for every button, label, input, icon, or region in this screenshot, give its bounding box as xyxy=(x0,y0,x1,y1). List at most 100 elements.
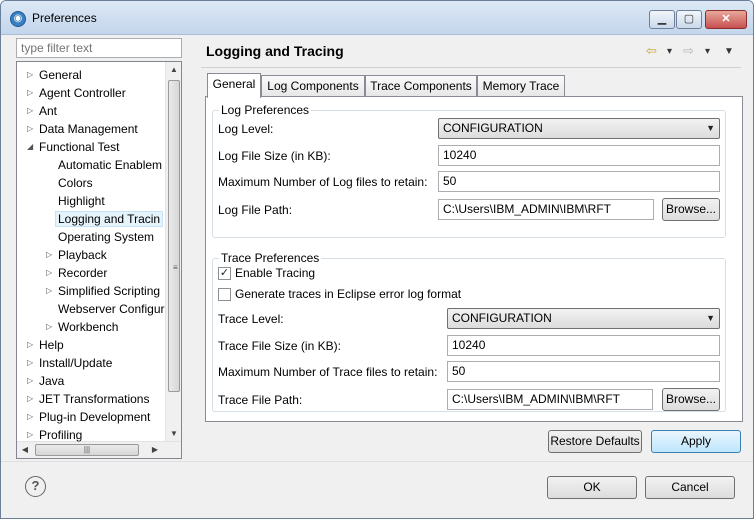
tree-item[interactable]: Highlight xyxy=(58,192,105,210)
apply-button[interactable]: Apply xyxy=(651,430,741,453)
tree-item[interactable]: Automatic Enablem xyxy=(58,156,162,174)
expand-arrow-icon[interactable]: ▷ xyxy=(46,246,52,264)
tree-item[interactable]: ▷ Simplified Scripting xyxy=(46,282,161,300)
scroll-right-arrow-icon[interactable]: ▶ xyxy=(147,442,163,458)
expand-arrow-icon[interactable]: ▷ xyxy=(27,372,33,390)
checkbox-checked-icon: ✓ xyxy=(218,266,231,280)
expand-arrow-icon[interactable]: ▷ xyxy=(46,318,52,336)
tree-item[interactable]: ▷ Help xyxy=(27,336,64,354)
tree-item[interactable]: ▷ Ant xyxy=(27,102,57,120)
tree-item[interactable]: Operating System xyxy=(58,228,154,246)
tree-item-label: JET Transformations xyxy=(39,392,150,406)
expand-arrow-icon[interactable]: ▷ xyxy=(27,120,33,138)
log-max-files-label: Maximum Number of Log files to retain: xyxy=(218,175,428,189)
page-title: Logging and Tracing xyxy=(206,43,344,59)
log-file-path-input[interactable]: C:\Users\IBM_ADMIN\IBM\RFT xyxy=(438,199,654,220)
scroll-left-arrow-icon[interactable]: ◀ xyxy=(17,442,33,458)
tree-item[interactable]: ▷ Install/Update xyxy=(27,354,113,372)
tree-item[interactable]: ▷ Playback xyxy=(46,246,107,264)
trace-file-size-input[interactable]: 10240 xyxy=(447,335,720,356)
expand-arrow-icon[interactable]: ▷ xyxy=(27,426,33,444)
tree-item[interactable]: Webserver Configur xyxy=(58,300,165,318)
tree-item[interactable]: ◢ Functional Test xyxy=(27,138,120,156)
tree-item-label: Functional Test xyxy=(39,140,120,154)
back-dropdown-icon[interactable]: ▾ xyxy=(667,46,672,57)
tree-item[interactable]: ▷ Profiling xyxy=(27,426,82,444)
forward-arrow-icon[interactable]: ⇨ xyxy=(683,43,694,59)
checkbox-unchecked-icon xyxy=(218,287,231,301)
trace-file-path-label: Trace File Path: xyxy=(218,393,303,407)
tab-memory-trace[interactable]: Memory Trace xyxy=(477,75,565,97)
tree-item-label: Simplified Scripting xyxy=(58,284,161,298)
scroll-up-arrow-icon[interactable]: ▲ xyxy=(166,62,181,78)
forward-dropdown-icon[interactable]: ▾ xyxy=(705,46,710,57)
expand-arrow-icon[interactable]: ▷ xyxy=(46,282,52,300)
tree-horizontal-scroll-thumb[interactable]: ||| xyxy=(35,444,139,456)
filter-input[interactable] xyxy=(16,38,182,58)
tree-vertical-scroll-thumb[interactable]: ≡ xyxy=(168,80,180,392)
expand-arrow-icon[interactable]: ▷ xyxy=(46,264,52,282)
log-file-path-label: Log File Path: xyxy=(218,203,293,217)
tab-log-components[interactable]: Log Components xyxy=(261,75,365,97)
tree-item[interactable]: ▷ Recorder xyxy=(46,264,107,282)
enable-tracing-label: Enable Tracing xyxy=(235,266,316,280)
tree-item[interactable]: ▷ Plug-in Development xyxy=(27,408,151,426)
expand-arrow-icon[interactable]: ▷ xyxy=(27,390,33,408)
help-icon[interactable]: ? xyxy=(25,476,46,497)
cancel-button[interactable]: Cancel xyxy=(645,476,735,499)
tree-item-label: Plug-in Development xyxy=(39,410,151,424)
tree-item[interactable]: ▷ Workbench xyxy=(46,318,119,336)
log-max-files-input[interactable]: 50 xyxy=(438,171,720,192)
ok-button[interactable]: OK xyxy=(547,476,637,499)
tree-item-label: Highlight xyxy=(58,194,105,208)
tree-item-label: Colors xyxy=(58,176,93,190)
expand-arrow-icon[interactable]: ▷ xyxy=(27,84,33,102)
tree-item-label: Logging and Tracin xyxy=(54,211,164,227)
expand-arrow-icon[interactable]: ▷ xyxy=(27,408,33,426)
preference-navigation: ▲ ≡ ▼ ◀ ||| ▶ ▷General▷Agent Controller▷… xyxy=(15,37,183,461)
tree-item-label: Data Management xyxy=(39,122,138,136)
tree-item-label: Workbench xyxy=(58,320,119,334)
tree-item-label: Install/Update xyxy=(39,356,113,370)
back-arrow-icon[interactable]: ⇦ xyxy=(646,43,657,59)
tree-item-label: General xyxy=(39,68,82,82)
restore-defaults-button[interactable]: Restore Defaults xyxy=(548,430,642,453)
log-file-size-input[interactable]: 10240 xyxy=(438,145,720,166)
expand-arrow-icon[interactable]: ▷ xyxy=(27,336,33,354)
tree-item[interactable]: ▷ JET Transformations xyxy=(27,390,150,408)
log-level-value: CONFIGURATION xyxy=(443,121,543,135)
expand-arrow-icon[interactable]: ▷ xyxy=(27,354,33,372)
tree-item-label: Automatic Enablem xyxy=(58,158,163,172)
log-browse-button[interactable]: Browse... xyxy=(662,198,720,221)
header-separator xyxy=(201,67,741,68)
tree-item[interactable]: ▷ General xyxy=(27,66,82,84)
tree-item[interactable]: ▷ Data Management xyxy=(27,120,138,138)
tree-item[interactable]: Colors xyxy=(58,174,93,192)
tree-item[interactable]: Logging and Tracin xyxy=(54,210,164,228)
tab-trace-components[interactable]: Trace Components xyxy=(365,75,477,97)
tree-item[interactable]: ▷ Agent Controller xyxy=(27,84,126,102)
minimize-button[interactable]: ▁ xyxy=(649,10,675,29)
scroll-down-arrow-icon[interactable]: ▼ xyxy=(166,426,181,442)
close-window-button[interactable]: ✕ xyxy=(705,10,747,29)
trace-browse-button[interactable]: Browse... xyxy=(662,388,720,411)
maximize-button[interactable]: ▢ xyxy=(676,10,702,29)
collapse-arrow-icon[interactable]: ◢ xyxy=(27,138,33,156)
expand-arrow-icon[interactable]: ▷ xyxy=(27,66,33,84)
trace-file-path-input[interactable]: C:\Users\IBM_ADMIN\IBM\RFT xyxy=(447,389,653,410)
tab-general[interactable]: General xyxy=(207,73,261,98)
view-menu-icon[interactable]: ▼ xyxy=(724,46,734,57)
tree-item[interactable]: ▷ Java xyxy=(27,372,64,390)
dialog-button-bar: ? OK Cancel xyxy=(1,461,753,518)
tree-vertical-scrollbar[interactable]: ▲ ≡ ▼ xyxy=(165,62,181,442)
expand-arrow-icon[interactable]: ▷ xyxy=(27,102,33,120)
scroll-grip-icon: ≡ xyxy=(173,263,178,272)
enable-tracing-checkbox[interactable]: ✓ Enable Tracing xyxy=(218,266,315,280)
trace-level-select[interactable]: CONFIGURATION ▼ xyxy=(447,308,720,329)
log-level-select[interactable]: CONFIGURATION ▼ xyxy=(438,118,720,139)
trace-max-files-input[interactable]: 50 xyxy=(447,361,720,382)
eclipse-log-format-checkbox[interactable]: Generate traces in Eclipse error log for… xyxy=(218,287,461,301)
preferences-window: ◉ Preferences ▁ ▢ ✕ ▲ ≡ ▼ ◀ ||| ▶ ▷ Gener… xyxy=(0,0,754,519)
title-bar[interactable]: ◉ Preferences ▁ ▢ ✕ xyxy=(1,1,753,35)
general-tab-panel: Log Preferences Log Level: CONFIGURATION… xyxy=(205,96,743,422)
